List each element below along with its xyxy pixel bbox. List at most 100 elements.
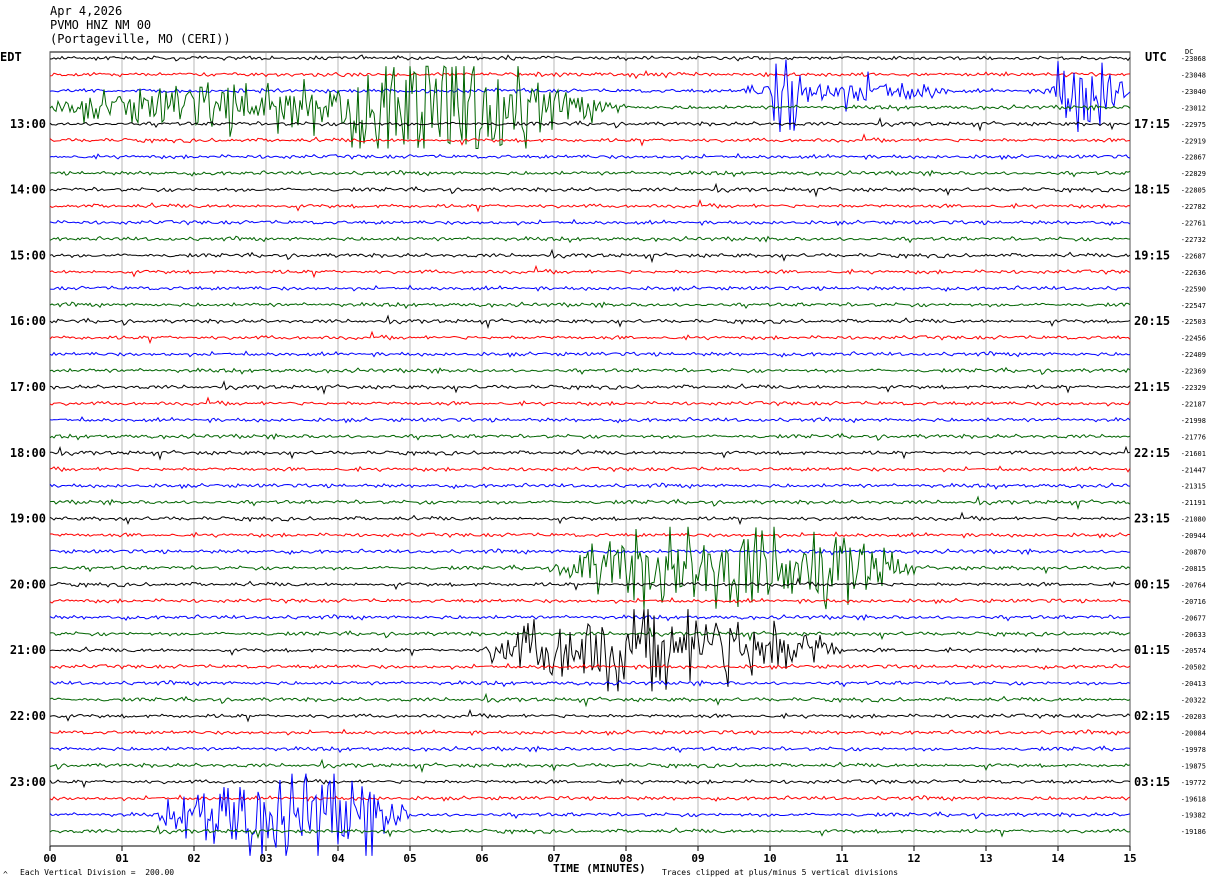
x-tick-label: 15	[1123, 852, 1136, 865]
trace-line	[49, 495, 1131, 510]
trace-line	[49, 824, 1131, 839]
left-hour-label: 15:00	[10, 248, 46, 262]
right-hour-label: 20:15	[1134, 314, 1170, 328]
dc-offset-label: -19382	[1181, 812, 1206, 820]
left-hour-label: 22:00	[10, 709, 46, 723]
trace-line	[49, 758, 1131, 774]
dc-offset-label: -20677	[1181, 614, 1206, 622]
x-tick-label: 09	[691, 852, 704, 865]
dc-offset-label: -20633	[1181, 631, 1206, 639]
right-hour-label: 22:15	[1134, 446, 1170, 460]
left-hour-label: 18:00	[10, 446, 46, 460]
trace-line	[49, 350, 1131, 358]
dc-offset-label: -19978	[1181, 746, 1206, 754]
dc-offset-label: -20502	[1181, 664, 1206, 672]
dc-offset-label: -22732	[1181, 236, 1206, 244]
dc-offset-label: -22975	[1181, 121, 1206, 129]
dc-offset-label: -23012	[1181, 104, 1206, 112]
dc-offset-label: -20574	[1181, 647, 1206, 655]
trace-line	[49, 330, 1131, 345]
plot-frame	[49, 51, 1131, 847]
right-hour-label: 19:15	[1134, 248, 1170, 262]
left-hour-label: 13:00	[10, 117, 46, 131]
dc-offset-label: -22636	[1181, 269, 1206, 277]
trace-line	[49, 301, 1131, 310]
right-hour-label: 17:15	[1134, 117, 1170, 131]
left-hour-label: 16:00	[10, 314, 46, 328]
trace-line	[49, 745, 1131, 754]
trace-line	[49, 577, 1131, 591]
trace-line	[49, 59, 1131, 133]
trace-line	[49, 70, 1131, 80]
trace-line	[49, 662, 1131, 671]
right-hour-label: 02:15	[1134, 709, 1170, 723]
dc-offset-label: -21191	[1181, 499, 1206, 507]
trace-line	[49, 465, 1131, 473]
right-timezone: UTC	[1145, 50, 1167, 64]
vertical-division-note: Each Vertical Division = 200.00	[20, 868, 175, 877]
dc-offset-label: -22919	[1181, 137, 1206, 145]
trace-line	[49, 396, 1131, 407]
trace-line	[49, 380, 1131, 395]
trace-line	[49, 679, 1131, 688]
dc-offset-label: -22829	[1181, 170, 1206, 178]
right-hour-label: 18:15	[1134, 183, 1170, 197]
left-hour-label: 17:00	[10, 380, 46, 394]
trace-line	[49, 526, 1131, 610]
x-tick-label: 03	[259, 852, 272, 865]
trace-line	[49, 248, 1131, 264]
trace-line	[49, 482, 1131, 490]
dc-offset-label: -22503	[1181, 318, 1206, 326]
trace-line	[49, 169, 1131, 178]
dc-offset-label: -20413	[1181, 680, 1206, 688]
dc-offset-label: -22687	[1181, 252, 1206, 260]
x-tick-label: 04	[331, 852, 345, 865]
trace-line	[49, 548, 1131, 556]
x-tick-label: 14	[1051, 852, 1065, 865]
dc-offset-label: -20716	[1181, 598, 1206, 606]
dc-offset-label: -20764	[1181, 581, 1206, 589]
trace-line	[49, 314, 1131, 330]
trace-line	[49, 182, 1131, 198]
dc-offset-label: -19772	[1181, 779, 1206, 787]
dc-offset-label: -21447	[1181, 466, 1206, 474]
dc-offset-label: -21080	[1181, 516, 1206, 524]
left-hour-label: 23:00	[10, 775, 46, 789]
x-tick-label: 10	[763, 852, 776, 865]
dc-offset-label: -20203	[1181, 713, 1206, 721]
trace-line	[49, 366, 1131, 376]
trace-line	[49, 613, 1131, 622]
clip-note: Traces clipped at plus/minus 5 vertical …	[662, 868, 899, 877]
left-hour-label: 20:00	[10, 577, 46, 591]
plot-date: Apr 4,2026	[50, 4, 123, 18]
trace-line	[49, 199, 1131, 213]
dc-offset-label: -19186	[1181, 828, 1206, 836]
dc-offset-label: -22590	[1181, 285, 1206, 293]
dc-offset-label: -21601	[1181, 450, 1206, 458]
trace-line	[49, 774, 1131, 789]
dc-offset-label: -22547	[1181, 302, 1206, 310]
trace-line	[49, 152, 1131, 161]
dc-offset-label: -23040	[1181, 88, 1206, 96]
x-tick-label: 13	[979, 852, 992, 865]
dc-offset-label: -22187	[1181, 400, 1206, 408]
helicorder-plot: 00 01 02 03 04 05 06 07 08 09 10 11 12 13 14 15-23068-2…	[10, 51, 1206, 865]
x-axis-title: TIME (MINUTES)	[553, 862, 646, 875]
left-hour-label: 21:00	[10, 643, 46, 657]
right-hour-label: 03:15	[1134, 775, 1170, 789]
x-tick-label: 11	[835, 852, 849, 865]
dc-offset-label: -19618	[1181, 795, 1206, 803]
trace-line	[49, 235, 1130, 244]
dc-offset-label: -22782	[1181, 203, 1206, 211]
trace-line	[49, 264, 1131, 279]
dc-offset-label: -20944	[1181, 532, 1206, 540]
trace-line	[49, 511, 1131, 526]
dc-offset-label: -22456	[1181, 335, 1206, 343]
dc-offset-label: -20322	[1181, 697, 1206, 705]
trace-line	[49, 65, 1131, 149]
trace-line	[50, 445, 1131, 461]
dc-offset-label: -21998	[1181, 417, 1206, 425]
trace-line	[49, 728, 1131, 737]
dc-offset-label: -22329	[1181, 384, 1206, 392]
x-tick-label: 02	[187, 852, 200, 865]
